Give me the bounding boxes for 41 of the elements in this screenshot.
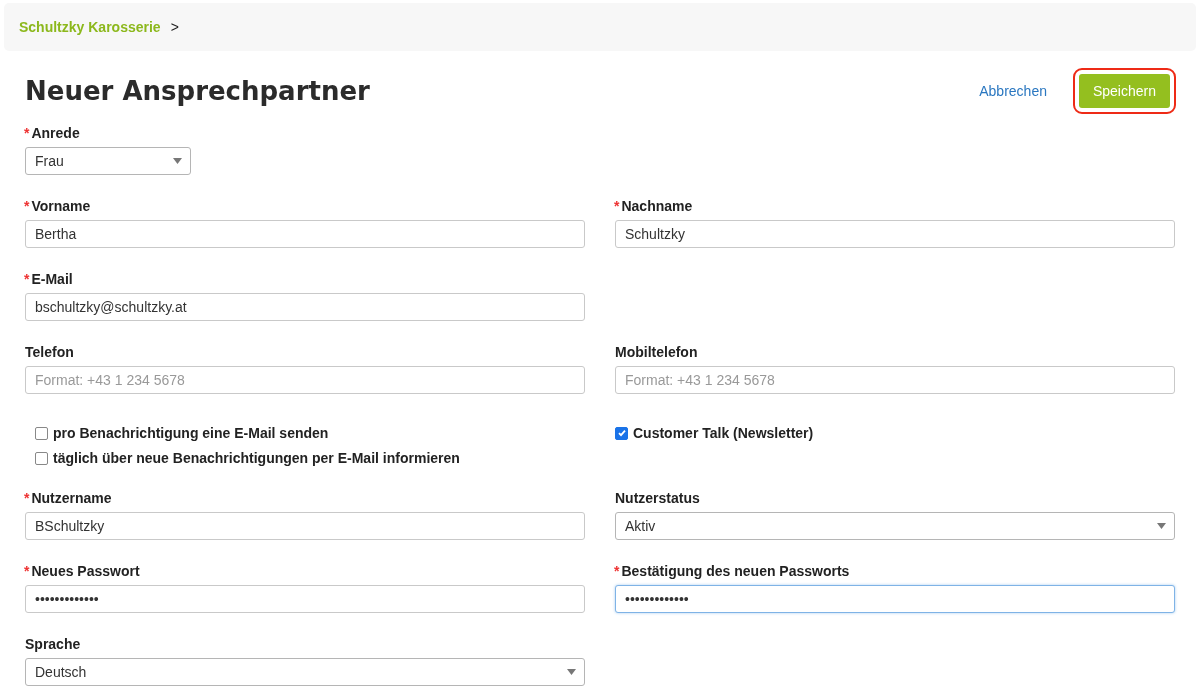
required-asterisk: * bbox=[24, 490, 30, 506]
select-dropdown[interactable]: Frau bbox=[25, 147, 191, 175]
input-field[interactable]: Schultzky bbox=[615, 220, 1175, 248]
field-label: Nutzerstatus bbox=[615, 490, 700, 506]
required-asterisk: * bbox=[614, 198, 620, 214]
field-label: E-Mail bbox=[31, 271, 73, 287]
select-dropdown[interactable]: Aktiv bbox=[615, 512, 1175, 540]
required-asterisk: * bbox=[614, 563, 620, 579]
required-asterisk: * bbox=[24, 271, 30, 287]
required-asterisk: * bbox=[24, 125, 30, 141]
checkbox[interactable] bbox=[615, 426, 628, 440]
input-field[interactable]: Format: +43 1 234 5678 bbox=[25, 366, 585, 394]
input-field[interactable]: Format: +43 1 234 5678 bbox=[615, 366, 1175, 394]
caret-icon bbox=[173, 158, 182, 164]
caret-icon bbox=[1157, 523, 1166, 529]
field-label: Telefon bbox=[25, 344, 74, 360]
field-label: Anrede bbox=[31, 125, 80, 141]
select-dropdown[interactable]: Deutsch bbox=[25, 658, 585, 686]
checkbox-label: Customer Talk (Newsletter) bbox=[633, 425, 814, 441]
checkbox-label: pro Benachrichtigung eine E-Mail senden bbox=[53, 425, 329, 441]
input-field[interactable]: ••••••••••••• bbox=[615, 585, 1175, 613]
field-label: Neues Passwort bbox=[31, 563, 140, 579]
required-asterisk: * bbox=[24, 563, 30, 579]
breadcrumb-separator: > bbox=[170, 19, 179, 35]
checkbox[interactable] bbox=[35, 451, 48, 465]
input-field[interactable]: Bertha bbox=[25, 220, 585, 248]
page-title: Neuer Ansprechpartner bbox=[25, 76, 370, 106]
input-field[interactable]: ••••••••••••• bbox=[25, 585, 585, 613]
checkbox[interactable] bbox=[35, 426, 48, 440]
field-label: Mobiltelefon bbox=[615, 344, 698, 360]
input-field[interactable]: bschultzky@schultzky.at bbox=[25, 293, 585, 321]
field-label: Sprache bbox=[25, 636, 81, 652]
field-label: Vorname bbox=[31, 198, 91, 214]
field-label: Nutzername bbox=[31, 490, 112, 506]
cancel-link[interactable]: Abbrechen bbox=[979, 83, 1047, 99]
input-field[interactable]: BSchultzky bbox=[25, 512, 585, 540]
field-label: Bestätigung des neuen Passworts bbox=[621, 563, 850, 579]
caret-icon bbox=[567, 669, 576, 675]
checkbox-label: täglich über neue Benachrichtigungen per E-Mail informieren bbox=[53, 450, 460, 466]
required-asterisk: * bbox=[24, 198, 30, 214]
field-label: Nachname bbox=[621, 198, 693, 214]
